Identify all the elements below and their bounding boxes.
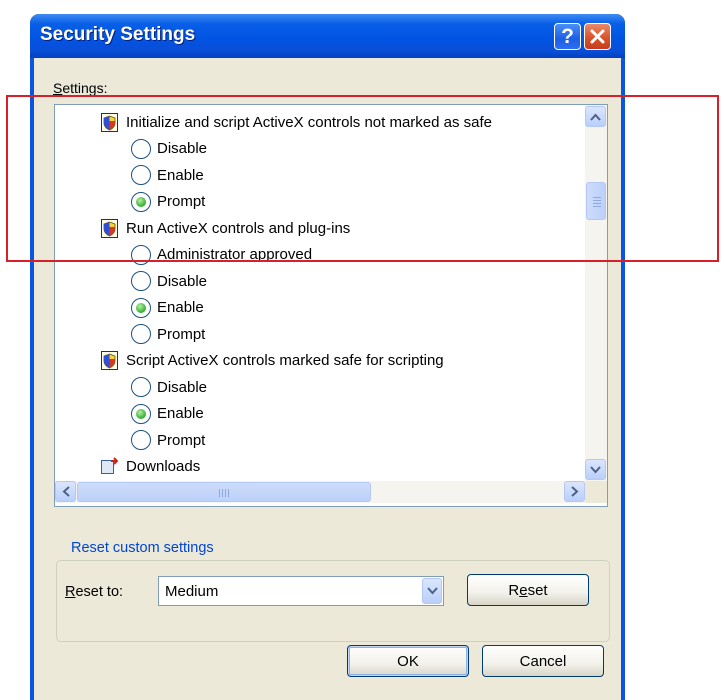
option-label: Disable	[157, 272, 208, 290]
security-zone-icon	[101, 351, 118, 370]
close-button[interactable]	[584, 23, 611, 50]
option-label: Prompt	[157, 325, 206, 343]
help-button[interactable]: ?	[554, 23, 581, 50]
scroll-right-button[interactable]	[564, 481, 585, 502]
grip-line	[219, 489, 220, 497]
setting-category[interactable]: Initialize and script ActiveX controls n…	[101, 109, 492, 135]
reset-level-select[interactable]: Medium	[158, 576, 444, 606]
setting-option-radio[interactable]: Disable	[131, 374, 207, 400]
download-icon	[101, 457, 119, 476]
grip-line	[593, 203, 601, 204]
chevron-left-icon	[62, 486, 70, 497]
option-label: Enable	[157, 405, 204, 422]
grip-line	[593, 206, 601, 207]
category-label: Run ActiveX controls and plug-ins	[126, 219, 351, 237]
scroll-down-button[interactable]	[585, 459, 606, 480]
category-label: Downloads	[126, 458, 201, 475]
settings-label: Settings:	[53, 80, 107, 96]
radio-unselected[interactable]	[131, 271, 151, 291]
reset-group-title: Reset custom settings	[68, 540, 217, 556]
option-label: Disable	[157, 140, 208, 157]
settings-label-text: ettings:	[62, 80, 108, 96]
category-label: Script ActiveX controls marked safe for …	[126, 352, 444, 369]
cancel-button[interactable]: Cancel	[482, 645, 604, 677]
setting-option-radio[interactable]: Enable	[131, 295, 204, 321]
radio-unselected[interactable]	[131, 244, 151, 265]
vertical-scrollbar[interactable]	[585, 105, 607, 481]
radio-unselected[interactable]	[131, 377, 151, 397]
grip-line	[228, 489, 229, 497]
radio-unselected[interactable]	[131, 324, 151, 344]
setting-option-radio[interactable]: Disable	[131, 136, 207, 162]
title-bar[interactable]: Security Settings ?	[30, 14, 625, 58]
setting-option-radio[interactable]: Prompt	[131, 427, 205, 453]
radio-unselected[interactable]	[131, 165, 151, 185]
reset-button-text-end: set	[527, 581, 548, 599]
option-label: Prompt	[157, 193, 206, 210]
reset-to-mnemonic: R	[65, 584, 76, 600]
setting-option-radio[interactable]: Enable	[131, 162, 204, 188]
close-icon	[590, 29, 605, 44]
setting-category[interactable]: Downloads	[101, 454, 200, 480]
vertical-scroll-thumb[interactable]	[586, 182, 606, 220]
setting-option-radio[interactable]: Disable	[131, 268, 207, 294]
grip-line	[593, 200, 601, 201]
scroll-left-button[interactable]	[55, 481, 76, 502]
setting-option-radio[interactable]: Enable	[131, 401, 204, 427]
option-label: Enable	[157, 299, 204, 316]
scrollbar-corner	[585, 481, 607, 503]
setting-option-radio[interactable]: Prompt	[131, 321, 205, 347]
horizontal-scrollbar[interactable]	[55, 481, 585, 503]
radio-selected[interactable]	[131, 403, 151, 424]
reset-to-label: Reset to:	[65, 584, 123, 600]
radio-selected[interactable]	[131, 191, 151, 212]
radio-unselected[interactable]	[131, 138, 151, 159]
grip-line	[225, 489, 226, 497]
security-settings-window: Security Settings ? Settings: Initialize…	[30, 14, 625, 700]
chevron-right-icon	[570, 486, 578, 497]
ok-button[interactable]: OK	[347, 645, 469, 677]
radio-dot	[136, 196, 146, 207]
setting-category[interactable]: Script ActiveX controls marked safe for …	[101, 348, 444, 374]
reset-button[interactable]: Re set	[467, 574, 589, 606]
grip-line	[593, 197, 601, 198]
category-label: Initialize and script ActiveX controls n…	[126, 113, 493, 131]
radio-dot	[136, 302, 146, 313]
reset-to-text: eset to:	[75, 584, 124, 600]
chevron-up-icon	[590, 113, 601, 121]
chevron-down-icon	[590, 465, 601, 473]
scroll-up-button[interactable]	[585, 106, 606, 127]
radio-unselected[interactable]	[131, 430, 151, 450]
reset-button-mnemonic: e	[519, 581, 528, 599]
option-label: Disable	[157, 378, 208, 396]
chevron-down-icon	[426, 587, 438, 595]
horizontal-scroll-thumb[interactable]	[77, 482, 371, 502]
reset-button-text-start: R	[508, 581, 520, 599]
setting-option-radio[interactable]: Administrator approved	[131, 242, 312, 268]
settings-rows: Initialize and script ActiveX controls n…	[55, 105, 585, 481]
option-label: Administrator approved	[157, 246, 313, 263]
option-label: Prompt	[157, 431, 206, 449]
window-title: Security Settings	[40, 24, 196, 45]
radio-dot	[136, 408, 146, 419]
option-label: Enable	[157, 166, 204, 184]
radio-selected[interactable]	[131, 297, 151, 318]
security-zone-icon	[101, 218, 118, 238]
dropdown-button[interactable]	[422, 578, 442, 604]
grip-line	[222, 489, 223, 497]
settings-list[interactable]: Initialize and script ActiveX controls n…	[54, 104, 608, 507]
dialog-body: Settings: Initialize and script ActiveX …	[34, 58, 621, 700]
settings-label-mnemonic: S	[53, 80, 63, 96]
setting-category[interactable]: Run ActiveX controls and plug-ins	[101, 215, 350, 241]
reset-level-value: Medium	[165, 583, 219, 600]
setting-option-radio[interactable]: Prompt	[131, 189, 205, 215]
security-zone-icon	[101, 112, 118, 132]
